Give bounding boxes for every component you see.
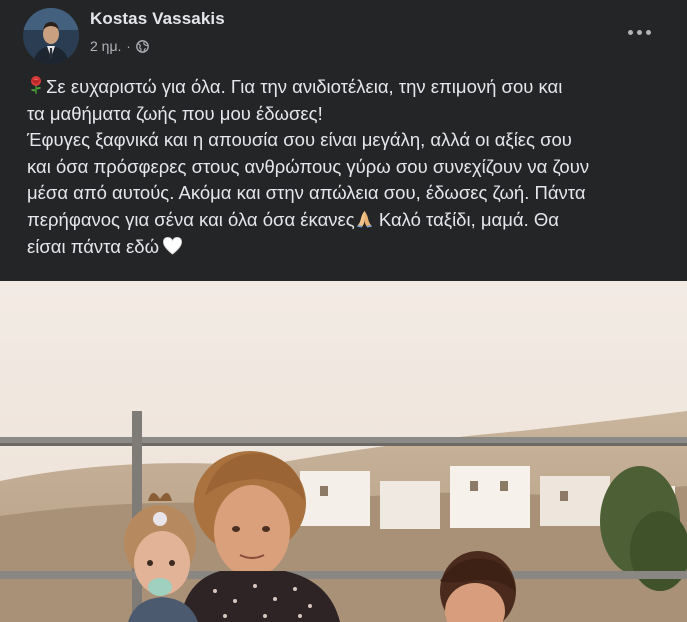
author-name[interactable]: Kostas Vassakis [90,9,225,29]
post-text-line-5: μέσα από αυτούς. Ακόμα και στην απώλεια … [27,182,586,204]
post-text-line-7: Καλό ταξίδι, μαμά. Θα [378,208,559,230]
folded-hands-icon [356,210,372,228]
post-text-line: περήφανος για σένα και όλα όσα έκανες Κα… [27,207,672,234]
post-text-line-8: είσαι πάντα εδώ [27,235,160,257]
post-text: Σε ευχαριστώ για όλα. Για την ανιδιοτέλε… [27,74,672,260]
post-text-line: Σε ευχαριστώ για όλα. Για την ανιδιοτέλε… [27,74,672,101]
post-timestamp[interactable]: 2 ημ. [90,38,121,54]
post-text-line-3: Έφυγες ξαφνικά και η απουσία σου είναι μ… [27,129,572,151]
more-options-icon[interactable] [621,18,657,46]
post-header: Kostas Vassakis 2 ημ. · [0,0,687,64]
meta-separator: · [126,38,131,54]
white-heart-icon [163,236,182,255]
post-text-line-4: και όσα πρόσφερες στους ανθρώπους γύρω σ… [27,155,590,177]
rose-icon [31,76,41,94]
post-photo[interactable] [0,281,687,622]
post-text-line-2: τα μαθήματα ζωής που μου έδωσες! [27,102,323,124]
post-text-line-6: περήφανος για σένα και όλα όσα έκανες [27,208,355,230]
post-text-line-1: Σε ευχαριστώ για όλα. Για την ανιδιοτέλε… [46,76,563,97]
globe-icon[interactable] [135,39,149,53]
family-photo-image [0,281,687,622]
profile-photo-icon [23,8,79,64]
facebook-post: Kostas Vassakis 2 ημ. · Σε ευχαριστώ για… [0,0,687,622]
post-meta: 2 ημ. · [90,37,149,55]
post-text-line: είσαι πάντα εδώ [27,234,672,261]
avatar[interactable] [23,8,79,64]
